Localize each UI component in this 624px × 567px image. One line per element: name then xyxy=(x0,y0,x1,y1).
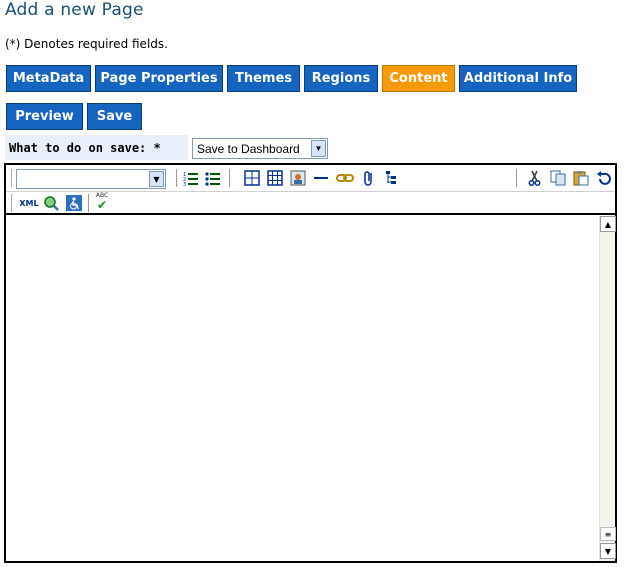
tree-icon[interactable] xyxy=(382,169,400,187)
page-title: Add a new Page xyxy=(5,0,144,20)
required-fields-note: (*) Denotes required fields. xyxy=(5,37,168,51)
link-icon[interactable] xyxy=(336,169,354,187)
attachment-icon[interactable] xyxy=(360,169,378,187)
cut-icon[interactable] xyxy=(526,169,544,187)
check-icon: ✔ xyxy=(96,198,108,212)
tab-content[interactable]: Content xyxy=(382,65,455,92)
toolbar-separator xyxy=(88,194,89,212)
paste-icon[interactable] xyxy=(572,169,590,187)
rich-text-editor: ▼ 123 XML ABC ✔ ▲ ≡ ▼ xyxy=(4,163,617,563)
save-button[interactable]: Save xyxy=(87,103,142,130)
toolbar-grip xyxy=(11,169,12,187)
toolbar-separator xyxy=(229,169,230,187)
save-action-select[interactable]: Save to Dashboard ▼ xyxy=(192,138,328,159)
save-action-value: Save to Dashboard xyxy=(197,141,300,156)
xml-icon[interactable]: XML xyxy=(18,194,40,212)
unordered-list-icon[interactable] xyxy=(204,169,222,187)
preview-button[interactable]: Preview xyxy=(6,103,83,130)
table-grid-icon[interactable] xyxy=(266,169,284,187)
editor-toolbar-secondary: XML ABC ✔ xyxy=(6,192,615,215)
zoom-icon[interactable] xyxy=(42,194,60,212)
toolbar-grip xyxy=(11,194,12,212)
spellcheck-icon[interactable]: ABC ✔ xyxy=(93,193,111,212)
ordered-list-icon[interactable]: 123 xyxy=(182,169,200,187)
scroll-up-icon[interactable]: ▲ xyxy=(600,216,616,232)
accessibility-icon[interactable] xyxy=(65,194,83,212)
editor-content-area[interactable] xyxy=(6,216,599,561)
tab-regions[interactable]: Regions xyxy=(304,65,378,92)
scroll-thumb[interactable]: ≡ xyxy=(600,527,616,541)
toolbar-separator xyxy=(176,169,177,187)
copy-icon[interactable] xyxy=(549,169,567,187)
tab-metadata[interactable]: MetaData xyxy=(6,65,91,92)
editor-toolbar-main: ▼ 123 xyxy=(6,165,615,192)
image-icon[interactable] xyxy=(289,169,307,187)
horizontal-rule-icon[interactable] xyxy=(312,169,330,187)
editor-scrollbar[interactable]: ▲ ≡ ▼ xyxy=(599,216,616,561)
format-select[interactable]: ▼ xyxy=(16,169,166,189)
tab-page-properties[interactable]: Page Properties xyxy=(95,65,223,92)
save-action-label: What to do on save: * xyxy=(5,135,188,160)
undo-icon[interactable] xyxy=(595,169,613,187)
svg-text:3: 3 xyxy=(183,182,186,186)
scroll-down-icon[interactable]: ▼ xyxy=(600,543,616,559)
chevron-down-icon[interactable]: ▼ xyxy=(149,171,164,187)
tab-additional-info[interactable]: Additional Info xyxy=(459,65,577,92)
table-icon[interactable] xyxy=(243,169,261,187)
toolbar-separator xyxy=(516,169,517,187)
chevron-down-icon[interactable]: ▼ xyxy=(311,140,326,157)
tab-themes[interactable]: Themes xyxy=(227,65,300,92)
